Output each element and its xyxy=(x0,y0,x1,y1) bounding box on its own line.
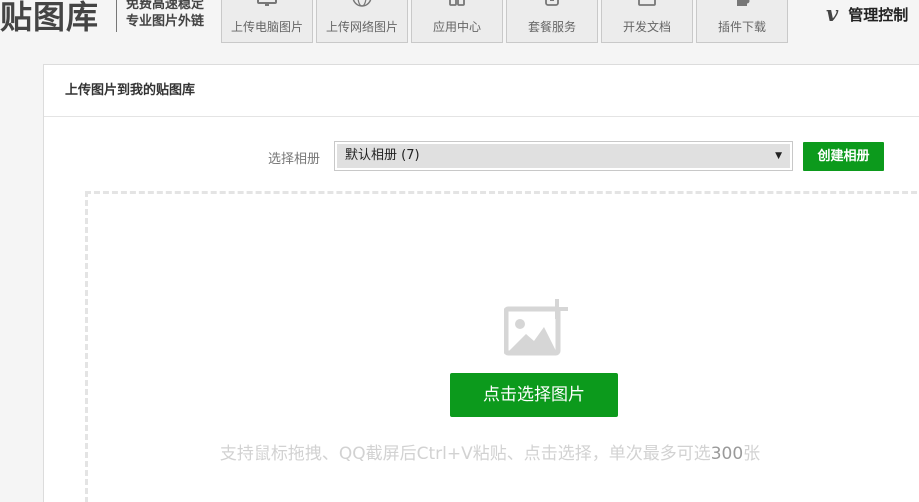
slogan-line-1: 免费高速稳定 xyxy=(126,0,205,12)
hint-unit: 张 xyxy=(743,444,761,464)
nav-label: 应用中心 xyxy=(432,20,481,34)
slogan-line-2: 专业图片外链 xyxy=(126,14,205,29)
main-nav: 上传电脑图片 上传网络图片 应用中心 套餐服务 开发文档 插件下载 xyxy=(221,0,791,44)
monitor-icon xyxy=(257,0,277,6)
caret-down-icon: ▼ xyxy=(775,151,782,161)
select-images-button[interactable]: 点击选择图片 xyxy=(450,373,618,417)
apps-icon xyxy=(449,0,465,6)
nav-docs[interactable]: 开发文档 xyxy=(601,0,693,43)
v-logo-icon: v xyxy=(826,1,839,26)
document-icon xyxy=(638,0,656,6)
admin-console-link[interactable]: v 管理控制 xyxy=(826,2,908,26)
nav-label: 套餐服务 xyxy=(527,20,576,34)
site-logo[interactable]: 贴图库 xyxy=(0,0,99,36)
nav-label: 开发文档 xyxy=(622,20,671,34)
nav-app-center[interactable]: 应用中心 xyxy=(411,0,503,43)
hint-max-count: 300 xyxy=(710,444,744,464)
nav-packages[interactable]: 套餐服务 xyxy=(506,0,598,43)
nav-upload-web[interactable]: 上传网络图片 xyxy=(316,0,408,43)
hint-text: 支持鼠标拖拽、QQ截屏后Ctrl+V粘贴、点击选择，单次最多可选 xyxy=(219,444,711,464)
nav-label: 上传网络图片 xyxy=(325,20,398,34)
nav-label: 插件下载 xyxy=(717,20,766,34)
package-icon xyxy=(545,0,559,6)
album-selected-value: 默认相册 (7) xyxy=(345,148,420,163)
create-album-button[interactable]: 创建相册 xyxy=(803,142,884,171)
nav-upload-local[interactable]: 上传电脑图片 xyxy=(221,0,313,43)
nav-plugins[interactable]: 插件下载 xyxy=(696,0,788,43)
logo-divider xyxy=(116,0,117,32)
panel-title: 上传图片到我的贴图库 xyxy=(44,65,919,117)
admin-console-label: 管理控制 xyxy=(848,5,909,24)
album-select[interactable]: 默认相册 (7) ▼ xyxy=(334,141,793,171)
site-slogan: 免费高速稳定 专业图片外链 xyxy=(126,0,218,30)
album-select-label: 选择相册 xyxy=(268,152,321,167)
top-header: 贴图库 免费高速稳定 专业图片外链 上传电脑图片 上传网络图片 应用中心 套餐服… xyxy=(0,0,919,44)
puzzle-icon xyxy=(737,0,750,6)
nav-label: 上传电脑图片 xyxy=(230,20,303,34)
upload-panel: 上传图片到我的贴图库 选择相册 默认相册 (7) ▼ 创建相册 点击选择图片 支… xyxy=(43,64,919,502)
album-select-box[interactable]: 默认相册 (7) ▼ xyxy=(337,144,790,168)
image-dropzone[interactable]: 点击选择图片 支持鼠标拖拽、QQ截屏后Ctrl+V粘贴、点击选择，单次最多可选3… xyxy=(85,191,919,502)
add-image-icon xyxy=(504,299,568,356)
globe-icon xyxy=(352,0,372,7)
upload-hint: 支持鼠标拖拽、QQ截屏后Ctrl+V粘贴、点击选择，单次最多可选300张 xyxy=(88,439,919,464)
